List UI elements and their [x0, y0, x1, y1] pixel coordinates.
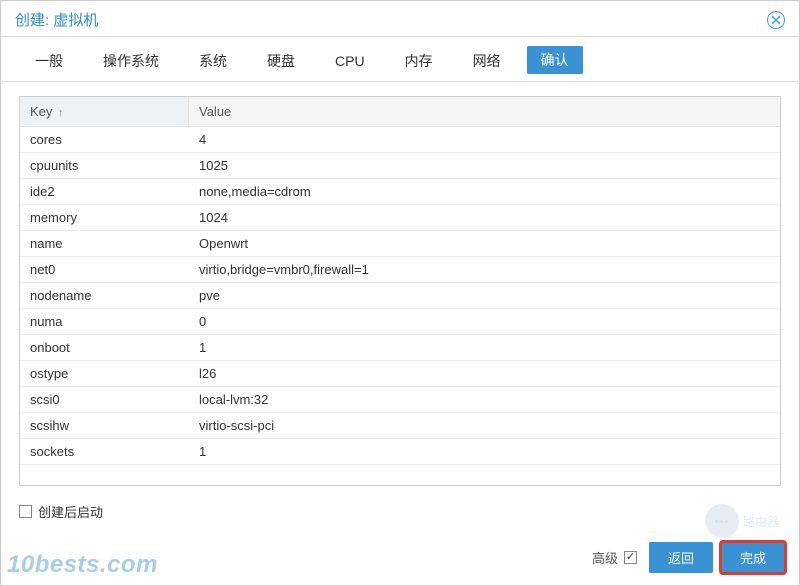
cell-key: ostype [20, 361, 189, 386]
table-row[interactable]: cpuunits1025 [20, 153, 780, 179]
cell-value: 1024 [189, 205, 780, 230]
table-row[interactable]: nameOpenwrt [20, 231, 780, 257]
grid-header: Key ↑ Value [20, 97, 780, 127]
tab-os[interactable]: 操作系统 [89, 45, 173, 81]
start-after-create-row[interactable]: 创建后启动 [1, 492, 799, 525]
dialog-footer: 高级 ✓ 返回 完成 [592, 542, 785, 573]
cell-key: scsihw [20, 413, 189, 438]
advanced-label: 高级 [592, 548, 618, 567]
back-button[interactable]: 返回 [649, 542, 713, 573]
table-row[interactable]: nodenamepve [20, 283, 780, 309]
cell-value: 0 [189, 309, 780, 334]
table-row[interactable]: ide2none,media=cdrom [20, 179, 780, 205]
tab-system[interactable]: 系统 [185, 45, 241, 81]
table-row[interactable]: net0virtio,bridge=vmbr0,firewall=1 [20, 257, 780, 283]
table-row[interactable]: sockets1 [20, 439, 780, 465]
cell-value: 1 [189, 439, 780, 464]
table-row[interactable]: ostypel26 [20, 361, 780, 387]
table-row[interactable]: numa0 [20, 309, 780, 335]
cell-value: 1 [189, 335, 780, 360]
dialog-title: 创建: 虚拟机 [15, 9, 98, 30]
close-icon[interactable] [767, 11, 785, 29]
cell-key: net0 [20, 257, 189, 282]
cell-value: 4 [189, 127, 780, 152]
sort-asc-icon: ↑ [58, 107, 64, 119]
cell-value: none,media=cdrom [189, 179, 780, 204]
column-header-key-label: Key [30, 104, 52, 119]
tab-cpu[interactable]: CPU [321, 47, 379, 79]
column-header-value[interactable]: Value [189, 97, 780, 126]
table-row[interactable]: scsi0local-lvm:32 [20, 387, 780, 413]
cell-key: cores [20, 127, 189, 152]
tab-general[interactable]: 一般 [21, 45, 77, 81]
table-row[interactable]: onboot1 [20, 335, 780, 361]
cell-key: cpuunits [20, 153, 189, 178]
advanced-checkbox[interactable]: ✓ [624, 551, 637, 564]
tab-memory[interactable]: 内存 [391, 45, 447, 81]
advanced-toggle[interactable]: 高级 ✓ [592, 548, 637, 567]
column-header-key[interactable]: Key ↑ [20, 97, 189, 126]
cell-key: onboot [20, 335, 189, 360]
column-header-value-label: Value [199, 104, 231, 119]
summary-grid: Key ↑ Value cores4cpuunits1025ide2none,m… [19, 96, 781, 486]
cell-key: scsi0 [20, 387, 189, 412]
cell-value: l26 [189, 361, 780, 386]
cell-key: numa [20, 309, 189, 334]
cell-key: name [20, 231, 189, 256]
cell-value: pve [189, 283, 780, 308]
cell-value: virtio,bridge=vmbr0,firewall=1 [189, 257, 780, 282]
cell-value: 1025 [189, 153, 780, 178]
cell-key: sockets [20, 439, 189, 464]
cell-key: ide2 [20, 179, 189, 204]
tab-disk[interactable]: 硬盘 [253, 45, 309, 81]
start-after-create-checkbox[interactable] [19, 505, 32, 518]
cell-value: local-lvm:32 [189, 387, 780, 412]
table-row[interactable]: memory1024 [20, 205, 780, 231]
content-area: Key ↑ Value cores4cpuunits1025ide2none,m… [1, 82, 799, 492]
watermark-left: 10bests.com [7, 551, 158, 579]
table-row[interactable]: scsihwvirtio-scsi-pci [20, 413, 780, 439]
dialog-header: 创建: 虚拟机 [1, 1, 799, 37]
tab-confirm[interactable]: 确认 [527, 46, 583, 74]
grid-body[interactable]: cores4cpuunits1025ide2none,media=cdromme… [20, 127, 780, 485]
tab-bar: 一般 操作系统 系统 硬盘 CPU 内存 网络 确认 [1, 37, 799, 82]
table-row[interactable]: cores4 [20, 127, 780, 153]
tab-network[interactable]: 网络 [459, 45, 515, 81]
cell-key: nodename [20, 283, 189, 308]
cell-value: Openwrt [189, 231, 780, 256]
start-after-create-label: 创建后启动 [38, 502, 103, 521]
cell-value: virtio-scsi-pci [189, 413, 780, 438]
cell-key: memory [20, 205, 189, 230]
finish-button[interactable]: 完成 [721, 542, 785, 573]
